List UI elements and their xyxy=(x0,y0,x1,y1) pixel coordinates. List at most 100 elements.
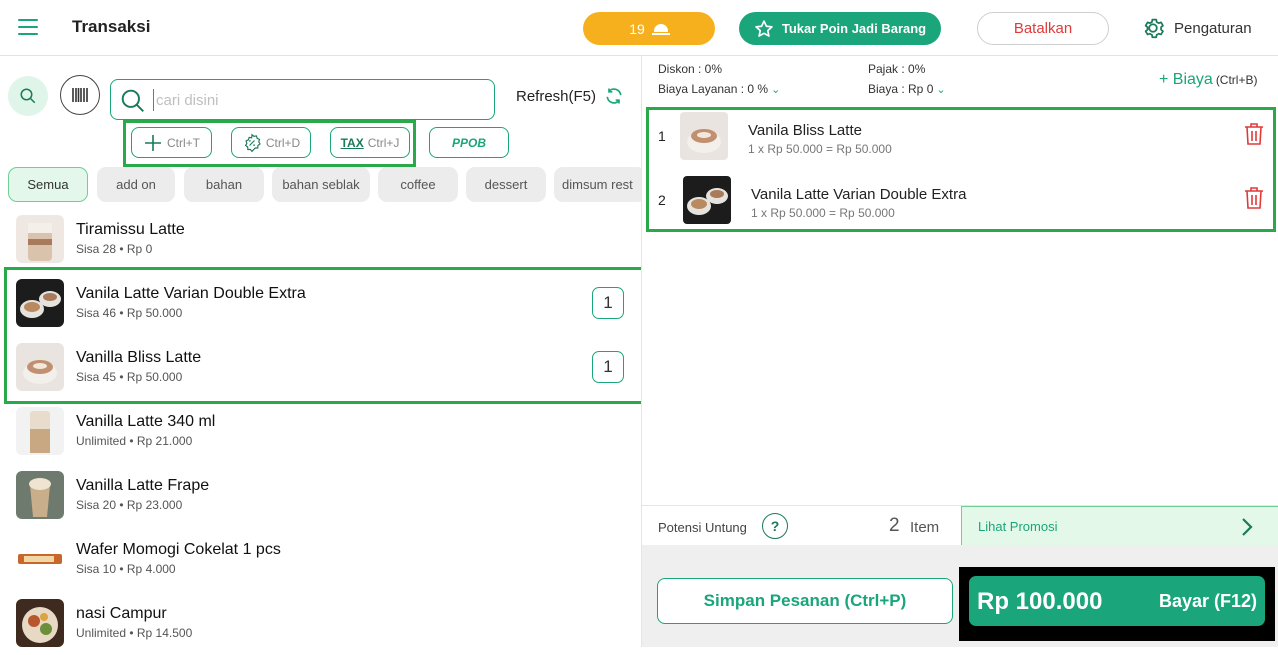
product-image xyxy=(16,535,64,583)
cart-panel: Diskon : 0% Biaya Layanan : 0 % ⌄ Pajak :… xyxy=(641,56,1278,647)
discount-badge-icon xyxy=(244,132,261,152)
pay-label: Bayar (F12) xyxy=(1158,591,1257,611)
search-toggle-button[interactable] xyxy=(8,76,48,116)
search-input[interactable] xyxy=(153,89,473,111)
product-stock-price: Sisa 20 • Rp 23.000 xyxy=(76,498,183,512)
cart-item[interactable]: 1 Vanila Bliss Latte 1 x Rp 50.000 = Rp … xyxy=(652,106,1272,166)
top-bar: Transaksi 19 Tukar Poin Jadi Barang Bata… xyxy=(0,0,1278,56)
cancel-button[interactable]: Batalkan xyxy=(977,12,1109,45)
tax-fee-dropdown[interactable]: Biaya : Rp 0 ⌄ xyxy=(868,82,946,96)
search-field[interactable] xyxy=(110,79,495,120)
discount-button[interactable]: Ctrl+D xyxy=(231,127,311,158)
add-shortcut-label: Ctrl+T xyxy=(167,135,200,150)
ppob-button[interactable]: PPOB xyxy=(429,127,509,158)
tax-shortcut-label: Ctrl+J xyxy=(367,135,400,150)
checkout-footer: Simpan Pesanan (Ctrl+P) Rp 100.000 Bayar… xyxy=(642,545,1278,647)
product-row[interactable]: Wafer Momogi Cokelat 1 pcs Sisa 10 • Rp … xyxy=(0,527,641,591)
add-custom-item-button[interactable]: Ctrl+T xyxy=(131,127,212,158)
refresh-button[interactable]: Refresh(F5) xyxy=(516,86,624,106)
save-order-button[interactable]: Simpan Pesanan (Ctrl+P) xyxy=(657,578,953,624)
view-promotions-button[interactable]: Lihat Promosi xyxy=(961,506,1278,546)
service-fee-dropdown[interactable]: Biaya Layanan : 0 % ⌄ xyxy=(658,82,780,96)
category-tab-coffee[interactable]: coffee xyxy=(378,167,458,202)
refresh-icon xyxy=(606,88,622,104)
bell-icon xyxy=(651,23,670,35)
product-row[interactable]: nasi Campur Unlimited • Rp 14.500 xyxy=(0,591,641,655)
cart-item-number: 1 xyxy=(658,128,666,144)
redeem-points-button[interactable]: Tukar Poin Jadi Barang xyxy=(739,12,941,45)
category-tab-dessert[interactable]: dessert xyxy=(466,167,546,202)
product-stock-price: Sisa 28 • Rp 0 xyxy=(76,242,153,256)
order-total: Rp 100.000 xyxy=(977,588,1103,615)
chevron-down-icon: ⌄ xyxy=(771,84,781,96)
page-title: Transaksi xyxy=(72,17,151,36)
discount-shortcut-label: Ctrl+D xyxy=(265,135,301,150)
view-promotions-label: Lihat Promosi xyxy=(978,519,1058,534)
cancel-label: Batalkan xyxy=(1013,20,1073,37)
product-row[interactable]: Tiramissu Latte Sisa 28 • Rp 0 xyxy=(0,207,641,271)
product-image xyxy=(16,599,64,647)
cart-item[interactable]: 2 Vanila Latte Varian Double Extra 1 x R… xyxy=(652,170,1272,230)
help-icon[interactable]: ? xyxy=(762,513,788,539)
settings-label: Pengaturan xyxy=(1174,19,1252,37)
trash-icon[interactable] xyxy=(1242,185,1266,211)
profit-potential-label: Potensi Untung xyxy=(658,520,747,535)
gear-icon xyxy=(1144,18,1164,39)
add-fee-button[interactable]: + Biaya (Ctrl+B) xyxy=(1159,71,1257,89)
tax-info: Pajak : 0% xyxy=(868,62,926,76)
cart-item-image xyxy=(680,112,728,160)
ppob-label: PPOB xyxy=(451,135,486,150)
product-image xyxy=(16,471,64,519)
item-count-label: Item xyxy=(910,519,940,536)
discount-info: Diskon : 0% xyxy=(658,62,723,76)
product-row[interactable]: Vanilla Latte 340 ml Unlimited • Rp 21.0… xyxy=(0,399,641,463)
cart-item-name: Vanila Bliss Latte xyxy=(748,122,862,139)
queue-button[interactable]: 19 xyxy=(583,12,715,45)
cart-item-detail: 1 x Rp 50.000 = Rp 50.000 xyxy=(748,142,892,156)
barcode-icon xyxy=(72,88,88,102)
chevron-right-icon xyxy=(1242,518,1253,536)
tax-fee-label: Biaya : Rp 0 xyxy=(868,82,934,96)
cart-item-detail: 1 x Rp 50.000 = Rp 50.000 xyxy=(751,206,895,220)
tax-icon: TAX xyxy=(340,135,364,150)
product-name: Vanilla Latte 340 ml xyxy=(76,413,216,430)
category-tab-bahan[interactable]: bahan xyxy=(184,167,264,202)
item-count: 2 xyxy=(889,515,900,536)
settings-button[interactable]: Pengaturan xyxy=(1140,15,1252,41)
product-stock-price: Sisa 10 • Rp 4.000 xyxy=(76,562,176,576)
search-icon xyxy=(20,88,36,104)
refresh-label: Refresh(F5) xyxy=(516,87,597,105)
product-name: Wafer Momogi Cokelat 1 pcs xyxy=(76,541,281,558)
cart-item-number: 2 xyxy=(658,192,666,208)
category-tab-dimsum-rest[interactable]: dimsum rest xyxy=(554,167,641,202)
product-name: Vanilla Latte Frape xyxy=(76,477,210,494)
add-fee-label: + Biaya xyxy=(1159,71,1213,88)
trash-icon[interactable] xyxy=(1242,121,1266,147)
plus-icon xyxy=(145,134,161,151)
product-panel: Refresh(F5) Ctrl+T Ctrl+D TAX Ctrl+J PPO… xyxy=(0,56,644,647)
tax-button[interactable]: TAX Ctrl+J xyxy=(330,127,410,158)
chevron-down-icon: ⌄ xyxy=(936,84,946,96)
search-icon xyxy=(121,89,144,112)
product-image xyxy=(16,215,64,263)
pay-highlight: Rp 100.000 Bayar (F12) xyxy=(959,567,1275,641)
category-tab-semua[interactable]: Semua xyxy=(8,167,88,202)
add-fee-shortcut: (Ctrl+B) xyxy=(1215,73,1258,87)
save-order-label: Simpan Pesanan (Ctrl+P) xyxy=(703,591,907,610)
barcode-scan-button[interactable] xyxy=(60,75,100,115)
product-stock-price: Unlimited • Rp 14.500 xyxy=(76,626,193,640)
pay-button[interactable]: Rp 100.000 Bayar (F12) xyxy=(969,576,1265,626)
star-icon xyxy=(755,19,773,37)
category-tab-bahan-seblak[interactable]: bahan seblak xyxy=(272,167,370,202)
product-row[interactable]: Vanilla Latte Frape Sisa 20 • Rp 23.000 xyxy=(0,463,641,527)
selected-products-highlight xyxy=(4,267,644,404)
cart-item-image xyxy=(683,176,731,224)
product-image xyxy=(16,407,64,455)
summary-strip: Potensi Untung ? 2 Item Lihat Promosi xyxy=(642,505,1278,546)
category-tabs: Semua add on bahan bahan seblak coffee d… xyxy=(0,167,641,203)
menu-icon[interactable] xyxy=(18,19,38,35)
queue-count: 19 xyxy=(629,20,645,37)
service-fee-label: Biaya Layanan : 0 % xyxy=(658,82,769,96)
cart-item-name: Vanila Latte Varian Double Extra xyxy=(751,186,967,203)
category-tab-add-on[interactable]: add on xyxy=(97,167,175,202)
